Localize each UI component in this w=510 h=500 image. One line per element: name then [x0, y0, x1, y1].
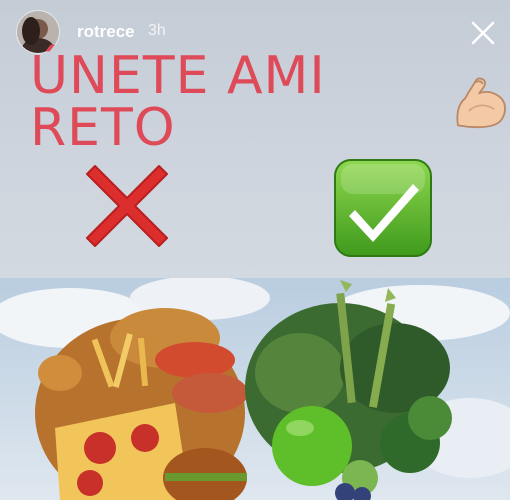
headline: ÚNETE AMI RETO	[30, 50, 510, 154]
check-mark-button-icon	[334, 159, 432, 257]
flexed-biceps-icon	[456, 77, 506, 129]
story-timestamp: 3h	[148, 22, 166, 39]
cross-mark-icon	[86, 165, 168, 247]
story-username[interactable]: rotrece	[77, 22, 135, 42]
close-icon[interactable]	[470, 20, 496, 46]
headline-text: ÚNETE AMI RETO	[30, 46, 326, 158]
food-comparison-photo	[0, 278, 510, 500]
junk-vs-healthy-food-image	[0, 278, 510, 500]
